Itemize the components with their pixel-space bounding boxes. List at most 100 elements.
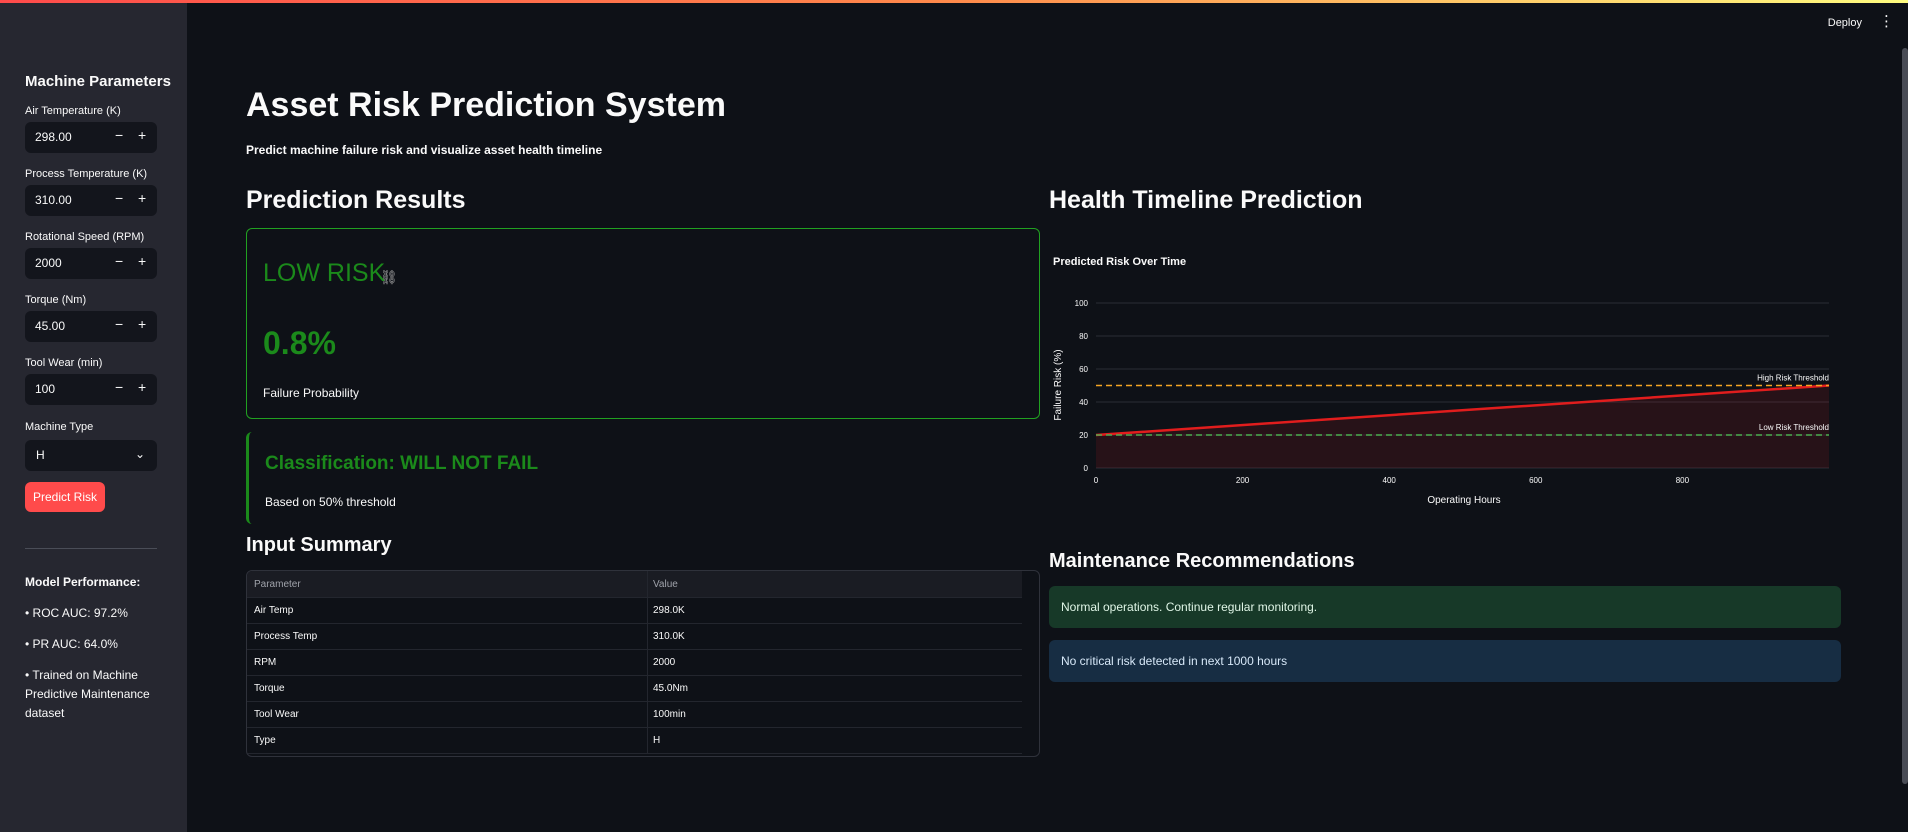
x-tick-label: 200 xyxy=(1236,476,1250,485)
y-tick-label: 0 xyxy=(1084,464,1089,473)
table-cell: RPM xyxy=(254,657,277,668)
health-timeline-heading: Health Timeline Prediction xyxy=(1049,186,1363,214)
x-tick-label: 0 xyxy=(1094,476,1099,485)
plus-icon[interactable]: + xyxy=(138,190,146,206)
table-row[interactable]: RPM 2000 xyxy=(247,649,1022,676)
scrollbar[interactable] xyxy=(1902,48,1908,784)
plus-icon[interactable]: + xyxy=(138,379,146,395)
column-separator xyxy=(647,597,648,623)
performance-item-roc: • ROC AUC: 97.2% xyxy=(25,606,128,620)
chart-title: Predicted Risk Over Time xyxy=(1053,256,1186,268)
torque-label: Torque (Nm) xyxy=(25,294,87,306)
table-cell: Process Temp xyxy=(254,631,318,642)
process-temperature-stepper[interactable]: 310.00 − + xyxy=(25,185,157,216)
column-separator xyxy=(647,649,648,675)
table-cell: Type xyxy=(254,735,276,746)
classification-text: Classification: WILL NOT FAIL xyxy=(265,453,539,474)
process-temperature-label: Process Temperature (K) xyxy=(25,168,148,180)
chart-x-label: Operating Hours xyxy=(1427,495,1500,506)
table-cell: 310.0K xyxy=(653,631,685,642)
table-row[interactable]: Type H xyxy=(247,727,1022,754)
process-temperature-value[interactable]: 310.00 xyxy=(35,193,72,207)
column-header[interactable]: Parameter xyxy=(254,579,301,590)
kebab-menu-icon[interactable]: ⋮ xyxy=(1879,12,1894,30)
column-header[interactable]: Value xyxy=(653,579,678,590)
minus-icon[interactable]: − xyxy=(115,127,123,143)
table-row[interactable]: Air Temp 298.0K xyxy=(247,597,1022,624)
rotational-speed-value[interactable]: 2000 xyxy=(35,256,62,270)
x-tick-label: 600 xyxy=(1529,476,1543,485)
table-row[interactable]: Tool Wear 100min xyxy=(247,701,1022,728)
x-tick-label: 800 xyxy=(1676,476,1690,485)
plus-icon[interactable]: + xyxy=(138,127,146,143)
performance-item-dataset: • Trained on Machine Predictive Maintena… xyxy=(25,668,150,720)
page-subtitle: Predict machine failure risk and visuali… xyxy=(246,143,603,157)
machine-type-label: Machine Type xyxy=(25,421,94,433)
input-summary-table[interactable]: Parameter Value Air Temp 298.0K Process … xyxy=(246,570,1040,757)
table-cell: 2000 xyxy=(653,657,676,668)
sidebar: Machine Parameters Air Temperature (K) 2… xyxy=(0,3,187,832)
machine-type-select[interactable]: H ⌄ xyxy=(25,440,157,471)
table-cell: Tool Wear xyxy=(254,709,299,720)
table-row[interactable]: Process Temp 310.0K xyxy=(247,623,1022,650)
table-row[interactable]: Torque 45.0Nm xyxy=(247,675,1022,702)
air-temperature-stepper[interactable]: 298.00 − + xyxy=(25,122,157,153)
rotational-speed-stepper[interactable]: 2000 − + xyxy=(25,248,157,279)
air-temperature-label: Air Temperature (K) xyxy=(25,105,121,117)
tool-wear-label: Tool Wear (min) xyxy=(25,357,103,369)
risk-timeline-chart[interactable]: Predicted Risk Over Time Failure Risk (%… xyxy=(1049,240,1835,520)
plus-icon[interactable]: + xyxy=(138,253,146,269)
maintenance-heading: Maintenance Recommendations xyxy=(1049,550,1355,572)
column-separator xyxy=(647,701,648,727)
prediction-results-heading: Prediction Results xyxy=(246,186,466,214)
tool-wear-value[interactable]: 100 xyxy=(35,382,55,396)
table-header-row: Parameter Value xyxy=(247,571,1022,598)
threshold-label: High Risk Threshold xyxy=(1757,374,1829,383)
link-icon[interactable]: ⛓ xyxy=(380,269,398,286)
sidebar-divider xyxy=(25,548,157,549)
deploy-button[interactable]: Deploy xyxy=(1828,17,1862,29)
minus-icon[interactable]: − xyxy=(115,379,123,395)
classification-box: Classification: WILL NOT FAIL Based on 5… xyxy=(246,432,1041,524)
column-separator xyxy=(647,727,648,753)
maintenance-info-text: No critical risk detected in next 1000 h… xyxy=(1061,654,1288,668)
x-tick-label: 400 xyxy=(1383,476,1397,485)
table-cell: H xyxy=(653,735,661,746)
threshold-label: Low Risk Threshold xyxy=(1759,423,1829,432)
table-cell: Torque xyxy=(254,683,285,694)
minus-icon[interactable]: − xyxy=(115,316,123,332)
torque-stepper[interactable]: 45.00 − + xyxy=(25,311,157,342)
machine-type-value[interactable]: H xyxy=(36,448,45,462)
y-tick-label: 60 xyxy=(1079,365,1088,374)
input-summary-heading: Input Summary xyxy=(246,534,392,556)
top-accent-bar xyxy=(0,0,1908,3)
risk-card: LOW RISK ⛓ 0.8% Failure Probability xyxy=(246,228,1040,419)
table-cell: 100min xyxy=(653,709,686,720)
failure-probability-value: 0.8% xyxy=(263,325,336,361)
maintenance-success-alert: Normal operations. Continue regular moni… xyxy=(1049,586,1841,628)
predict-risk-button[interactable]: Predict Risk xyxy=(25,482,105,512)
minus-icon[interactable]: − xyxy=(115,190,123,206)
column-separator xyxy=(647,623,648,649)
maintenance-success-text: Normal operations. Continue regular moni… xyxy=(1061,600,1318,614)
y-tick-label: 100 xyxy=(1075,299,1089,308)
table-cell: 45.0Nm xyxy=(653,683,689,694)
torque-value[interactable]: 45.00 xyxy=(35,319,65,333)
column-separator xyxy=(647,675,648,701)
chevron-down-icon[interactable]: ⌄ xyxy=(135,447,145,461)
classification-basis: Based on 50% threshold xyxy=(265,495,396,509)
failure-probability-caption: Failure Probability xyxy=(263,386,360,400)
page-title: Asset Risk Prediction System xyxy=(246,86,726,124)
y-tick-label: 80 xyxy=(1079,332,1088,341)
model-performance-title: Model Performance: xyxy=(25,575,141,589)
y-tick-label: 40 xyxy=(1079,398,1088,407)
rotational-speed-label: Rotational Speed (RPM) xyxy=(25,231,145,243)
air-temperature-value[interactable]: 298.00 xyxy=(35,130,72,144)
minus-icon[interactable]: − xyxy=(115,253,123,269)
maintenance-info-alert: No critical risk detected in next 1000 h… xyxy=(1049,640,1841,682)
column-separator xyxy=(647,571,648,597)
performance-item-pr: • PR AUC: 64.0% xyxy=(25,637,118,651)
tool-wear-stepper[interactable]: 100 − + xyxy=(25,374,157,405)
plus-icon[interactable]: + xyxy=(138,316,146,332)
sidebar-title: Machine Parameters xyxy=(25,73,171,90)
